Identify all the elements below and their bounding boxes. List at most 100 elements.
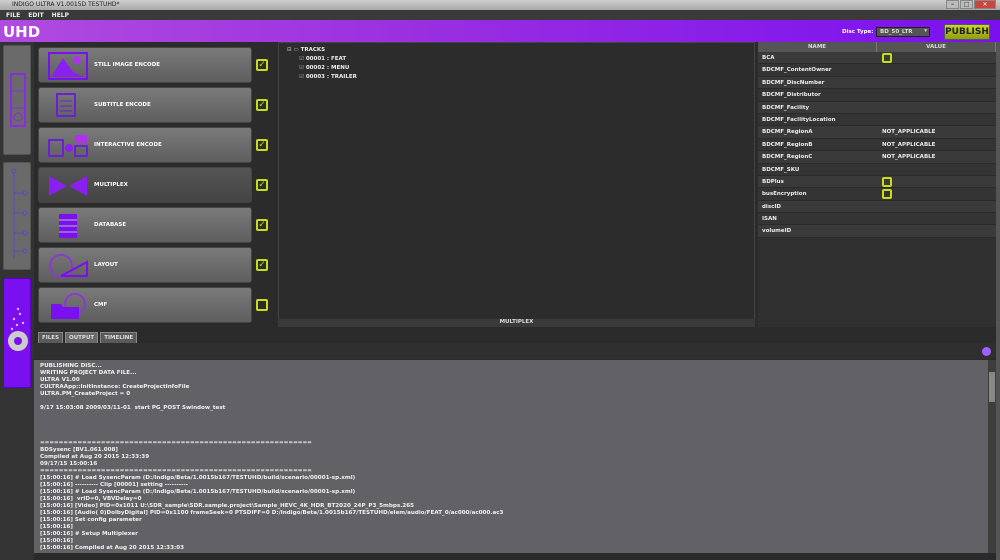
interactive-icon [48,135,88,157]
tree-icon [11,168,28,258]
tree-item[interactable]: ☑ 00002 : MENU [287,64,746,73]
property-value[interactable] [878,225,996,236]
property-name: BDCMF_ContentOwner [762,67,832,74]
layout-icon [49,254,88,278]
log-line: [15:00:16] # Load SysencParam (D:/Indigo… [40,475,356,481]
property-value[interactable] [878,164,996,175]
log-line: [15:00:16] [Video] PID=0x1011 U:\SDR_sam… [40,503,414,509]
log-line: [15:00:16] # Load SysencParam (D:/Indigo… [40,489,356,495]
property-value[interactable] [878,102,996,113]
step-checkbox[interactable]: ✓ [256,99,268,111]
status-bar [34,553,996,560]
step-still-image-encode[interactable]: STILL IMAGE ENCODE [38,47,252,83]
tree-item[interactable]: ☑ 00001 : FEAT [287,55,746,64]
tree-root[interactable]: ⊟ ▭ TRACKS [287,46,746,55]
disc-type-label: Disc Type: [842,29,874,35]
minimize-button[interactable]: – [946,0,959,9]
scroll-thumb[interactable] [989,372,995,402]
property-value[interactable] [878,176,996,187]
disc-type-select[interactable]: BD_50_LTR ▾ [876,27,930,37]
folder-disc-icon [51,293,86,319]
table-header: NAME VALUE [758,42,996,52]
tree-item[interactable]: ☑ 00003 : TRAILER [287,73,746,82]
property-checkbox[interactable] [882,53,892,63]
step-checkbox[interactable]: ✓ [256,179,268,191]
log-line: ========================================… [40,440,312,446]
property-value[interactable] [878,64,996,75]
maximize-button[interactable]: □ [960,0,973,9]
property-row[interactable]: BDCMF_RegionA NOT_APPLICABLE [758,126,996,139]
property-value[interactable] [878,213,996,224]
property-row[interactable]: BDCMF_Distributor [758,89,996,102]
output-log: PUBLISHING DISC... WRITING PROJECT DATA F… [34,360,988,553]
property-row[interactable]: volumeID [758,225,996,238]
property-row[interactable]: BDCMF_DiscNumber [758,76,996,90]
step-checkbox[interactable]: ✓ [256,219,268,231]
close-button[interactable]: ✕ [974,0,996,9]
menu-file[interactable]: FILE [6,12,20,19]
log-line: Compiled at Aug 20 2015 12:33:39 [40,454,150,460]
log-line: [15:00:16] Compiled at Aug 20 2015 12:33… [40,545,184,551]
property-value[interactable] [878,77,996,88]
log-line: PUBLISHING DISC... [40,363,102,369]
property-row[interactable]: ISAN [758,213,996,226]
property-name: BDCMF_RegionB [762,141,813,148]
rail-disc-button[interactable] [3,278,31,388]
property-value[interactable] [878,89,996,100]
property-row[interactable]: BDCMF_RegionB NOT_APPLICABLE [758,138,996,152]
property-row[interactable]: busEncryption [758,188,996,201]
property-row[interactable]: BDCMF_RegionC NOT_APPLICABLE [758,151,996,164]
property-row[interactable]: discID [758,200,996,214]
property-row[interactable]: BDCMF_SKU [758,163,996,176]
menu-edit[interactable]: EDIT [28,12,43,19]
step-checkbox[interactable]: ✓ [256,139,268,151]
step-multiplex[interactable]: MULTIPLEX [38,167,252,203]
property-value[interactable] [878,201,996,212]
log-line: [15:00:16] [40,538,73,544]
property-name: BDPlus [762,178,784,185]
step-cmf[interactable]: CMF [38,287,252,323]
clear-output-icon[interactable] [982,347,991,356]
property-row[interactable]: BCA [758,52,996,65]
panel-footer: MULTIPLEX [278,319,755,327]
property-value[interactable]: NOT_APPLICABLE [878,126,996,137]
property-name: BDCMF_Distributor [762,92,821,99]
step-checkbox[interactable]: ✓ [256,259,268,271]
property-value[interactable]: NOT_APPLICABLE [878,139,996,150]
output-scrollbar[interactable] [988,360,996,553]
menu-help[interactable]: HELP [52,12,69,19]
multiplex-icon [49,176,87,196]
log-line: [15:00:16] Set config parameter [40,517,142,523]
step-checkbox[interactable] [256,299,268,311]
scrollbar[interactable] [996,42,1000,560]
property-row[interactable]: BDPlus [758,175,996,189]
output-toolbar [34,343,996,359]
property-checkbox[interactable] [882,189,892,200]
step-subtitle-encode[interactable]: SUBTITLE ENCODE [38,87,252,123]
property-value[interactable] [878,114,996,125]
menu-bar: FILE EDIT HELP [0,10,1000,20]
step-label: CMF [94,302,108,308]
publish-button[interactable]: PUBLISH [944,24,990,40]
track-icon: ☑ [299,56,306,62]
rail-film-button[interactable] [3,45,31,155]
disc-type-value: BD_50_LTR [880,29,913,35]
property-name: BDCMF_FacilityLocation [762,116,836,123]
property-row[interactable]: BDCMF_Facility [758,101,996,114]
log-line: ULTRA.PM_CreateProject = 0 [40,391,131,397]
property-value[interactable] [878,188,996,199]
property-value[interactable]: NOT_APPLICABLE [878,151,996,162]
step-database[interactable]: DATABASE [38,207,252,243]
step-layout[interactable]: LAYOUT [38,247,252,283]
log-line: [15:00:16] [Audio( 0)DolbyDigital] PID=0… [40,510,504,516]
step-checkbox[interactable]: ✓ [256,59,268,71]
step-interactive-encode[interactable]: INTERACTIVE ENCODE [38,127,252,163]
rail-tree-button[interactable] [3,162,31,270]
property-row[interactable]: BDCMF_ContentOwner [758,64,996,77]
log-line: WRITING PROJECT DATA FILE... [40,370,137,376]
property-checkbox[interactable] [882,176,892,187]
property-value[interactable] [878,52,996,63]
property-row[interactable]: BDCMF_FacilityLocation [758,113,996,127]
